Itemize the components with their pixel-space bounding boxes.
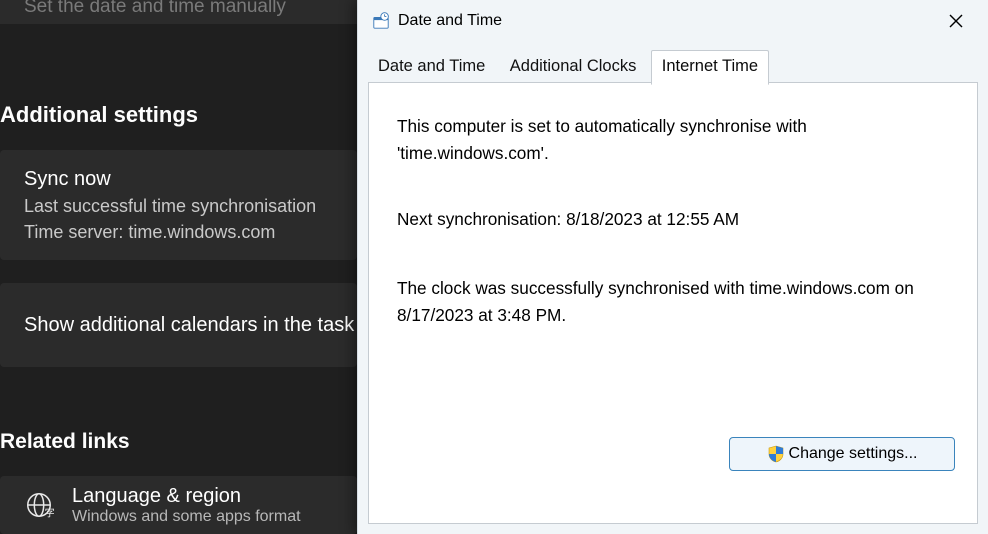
- sync-now-card[interactable]: Sync now Last successful time synchronis…: [0, 150, 357, 260]
- language-region-subtitle: Windows and some apps format: [72, 508, 301, 526]
- last-sync-text: The clock was successfully synchronised …: [397, 275, 949, 328]
- sync-target-text: This computer is set to automatically sy…: [397, 113, 917, 166]
- dialog-tabs: Date and Time Additional Clocks Internet…: [368, 48, 978, 84]
- tab-internet-time[interactable]: Internet Time: [651, 50, 769, 85]
- settings-row-manual-time[interactable]: Set the date and time manually: [0, 0, 357, 24]
- close-button[interactable]: [932, 3, 980, 39]
- date-and-time-dialog: Date and Time Date and Time Additional C…: [357, 0, 988, 534]
- close-icon: [949, 14, 963, 28]
- internet-time-panel: This computer is set to automatically sy…: [368, 82, 978, 524]
- additional-calendars-card[interactable]: Show additional calendars in the task: [0, 283, 357, 367]
- change-settings-button[interactable]: Change settings...: [729, 437, 955, 471]
- globe-language-icon: 字: [24, 490, 54, 520]
- tab-additional-clocks[interactable]: Additional Clocks: [500, 51, 647, 84]
- dialog-titlebar: Date and Time: [358, 0, 988, 42]
- change-settings-label: Change settings...: [789, 445, 918, 463]
- svg-text:字: 字: [45, 506, 54, 519]
- language-region-title: Language & region: [72, 485, 301, 508]
- language-region-link[interactable]: 字 Language & region Windows and some app…: [0, 476, 357, 534]
- heading-additional-settings: Additional settings: [0, 102, 198, 128]
- heading-related-links: Related links: [0, 430, 130, 454]
- tab-date-and-time[interactable]: Date and Time: [368, 51, 495, 84]
- next-sync-text: Next synchronisation: 8/18/2023 at 12:55…: [397, 206, 949, 233]
- date-time-icon: [372, 12, 390, 30]
- uac-shield-icon: [767, 445, 785, 463]
- sync-now-last: Last successful time synchronisation: [24, 193, 333, 219]
- sync-now-server: Time server: time.windows.com: [24, 219, 333, 245]
- sync-now-title: Sync now: [24, 168, 333, 191]
- additional-calendars-label: Show additional calendars in the task: [24, 314, 354, 337]
- dialog-title: Date and Time: [398, 12, 502, 30]
